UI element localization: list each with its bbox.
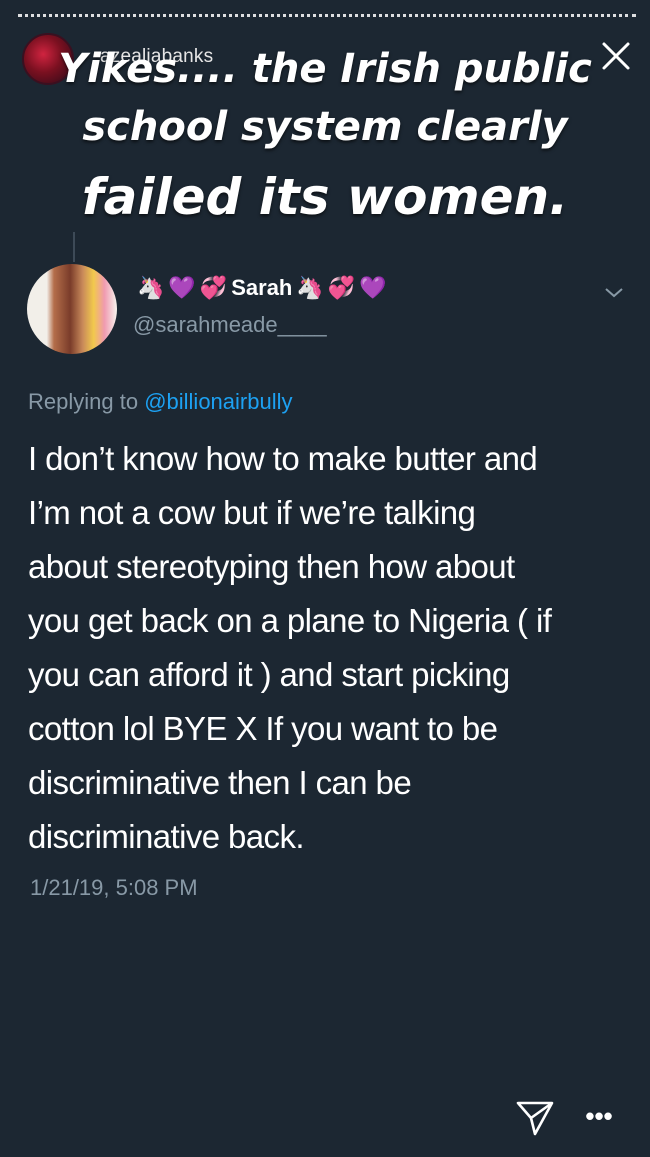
purple-heart-emoji: 💜 bbox=[168, 275, 196, 300]
story-caption: Yikes.... the Irish public school system… bbox=[20, 42, 630, 236]
replying-to-label: Replying to bbox=[28, 389, 139, 414]
send-icon[interactable] bbox=[514, 1098, 556, 1138]
tweet-line: I don’t know how to make butter and bbox=[28, 440, 538, 477]
replying-to-handle[interactable]: @billionairbully bbox=[144, 389, 292, 414]
tweet-line: you get back on a plane to Nigeria ( if bbox=[28, 602, 552, 639]
tweet-body: I don’t know how to make butter and I’m … bbox=[28, 432, 628, 864]
tweet-author-avatar[interactable] bbox=[27, 264, 117, 354]
caption-line-3: failed its women. bbox=[81, 168, 569, 226]
display-name: Sarah bbox=[231, 275, 293, 300]
unicorn-emoji-2: 🦄 bbox=[296, 275, 324, 300]
tweet-line: you can afford it ) and start picking bbox=[28, 656, 510, 693]
replying-to: Replying to @billionairbully bbox=[28, 389, 293, 415]
tweet-line: I’m not a cow but if we’re talking bbox=[28, 494, 476, 531]
tweet-author-name[interactable]: 🦄 💜 💞 Sarah 🦄 💞 💜 bbox=[137, 275, 387, 301]
tweet-line: cotton lol BYE X If you want to be bbox=[28, 710, 498, 747]
tweet-line: discriminative back. bbox=[28, 818, 305, 855]
purple-heart-emoji-2: 💜 bbox=[359, 275, 387, 300]
sparkle-heart-emoji-2: 💞 bbox=[327, 275, 356, 300]
thread-connector bbox=[73, 232, 75, 262]
chevron-down-icon[interactable] bbox=[602, 284, 626, 302]
tweet-line: about stereotyping then how about bbox=[28, 548, 515, 585]
sparkle-heart-emoji: 💞 bbox=[199, 275, 228, 300]
tweet-timestamp: 1/21/19, 5:08 PM bbox=[30, 875, 198, 900]
caption-line-2: school system clearly bbox=[82, 104, 568, 150]
tweet-author-handle[interactable]: @sarahmeade____ bbox=[133, 312, 327, 338]
more-icon[interactable]: ••• bbox=[584, 1103, 614, 1134]
caption-line-1: Yikes.... the Irish public bbox=[58, 46, 592, 92]
tweet-line: discriminative then I can be bbox=[28, 764, 412, 801]
close-icon[interactable] bbox=[598, 38, 634, 74]
story-progress-bar bbox=[18, 14, 636, 20]
unicorn-emoji: 🦄 bbox=[137, 275, 165, 300]
